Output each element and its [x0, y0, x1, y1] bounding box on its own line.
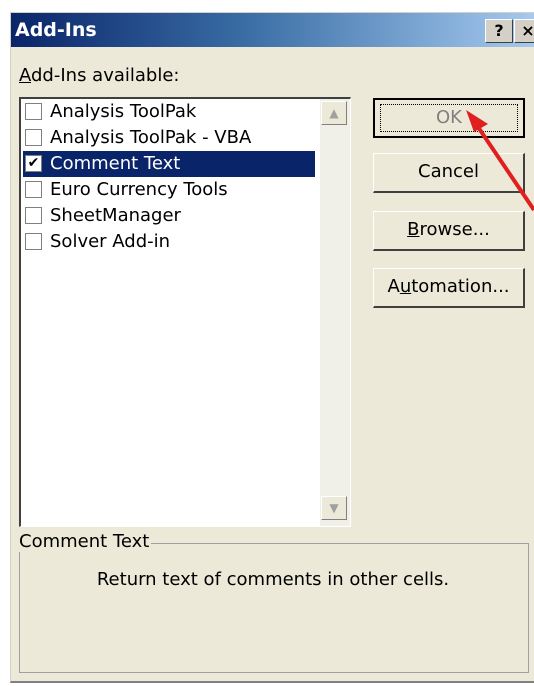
red-arrow-icon: [466, 110, 534, 212]
